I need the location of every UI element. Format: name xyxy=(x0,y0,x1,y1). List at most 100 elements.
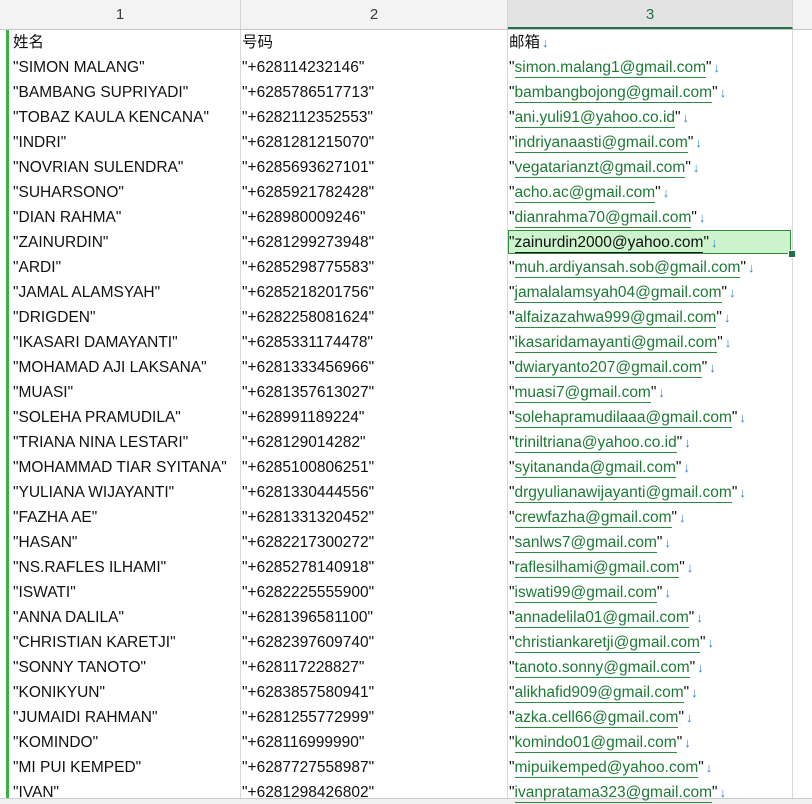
phone-cell[interactable]: "+628116999990" xyxy=(242,730,507,755)
email-link[interactable]: dianrahma70@gmail.com xyxy=(514,209,692,228)
name-cell[interactable]: "DIAN RAHMA" xyxy=(13,205,241,230)
email-link[interactable]: alfaizazahwa999@gmail.com xyxy=(514,309,717,328)
phone-cell[interactable]: "+6285693627101" xyxy=(242,155,507,180)
email-link[interactable]: bambangbojong@gmail.com xyxy=(514,84,713,103)
email-cell[interactable]: "tanoto.sonny@gmail.com" ↓ xyxy=(509,655,809,680)
email-link[interactable]: ikasaridamayanti@gmail.com xyxy=(514,334,718,353)
email-link[interactable]: azka.cell66@gmail.com xyxy=(514,709,679,728)
email-cell[interactable]: "annadelila01@gmail.com" ↓ xyxy=(509,605,809,630)
name-cell[interactable]: "ARDI" xyxy=(13,255,241,280)
name-cell[interactable]: "TOBAZ KAULA KENCANA" xyxy=(13,105,241,130)
email-link[interactable]: solehapramudilaaa@gmail.com xyxy=(514,409,732,428)
phone-cell[interactable]: "+6282258081624" xyxy=(242,305,507,330)
email-cell[interactable]: "crewfazha@gmail.com" ↓ xyxy=(509,505,809,530)
name-cell[interactable]: "FAZHA AE" xyxy=(13,505,241,530)
name-cell[interactable]: "JUMAIDI RAHMAN" xyxy=(13,705,241,730)
phone-cell[interactable]: "+6285218201756" xyxy=(242,280,507,305)
email-cell[interactable]: "alikhafid909@gmail.com" ↓ xyxy=(509,680,809,705)
email-cell[interactable]: "iswati99@gmail.com" ↓ xyxy=(509,580,809,605)
email-link[interactable]: crewfazha@gmail.com xyxy=(514,509,672,528)
email-link[interactable]: syitananda@gmail.com xyxy=(514,459,676,478)
name-cell[interactable]: "TRIANA NINA LESTARI" xyxy=(13,430,241,455)
phone-cell[interactable]: "+6281299273948" xyxy=(242,230,507,255)
email-link[interactable]: tanoto.sonny@gmail.com xyxy=(514,659,690,678)
name-cell[interactable]: "MUASI" xyxy=(13,380,241,405)
header-cell-phone[interactable]: 号码 xyxy=(242,30,507,55)
email-cell[interactable]: "ani.yuli91@yahoo.co.id" ↓ xyxy=(509,105,809,130)
email-link[interactable]: acho.ac@gmail.com xyxy=(514,184,656,203)
column-header-2[interactable]: 2 xyxy=(241,0,508,29)
email-cell[interactable]: "drgyulianawijayanti@gmail.com" ↓ xyxy=(509,480,809,505)
phone-cell[interactable]: "+6287727558987" xyxy=(242,755,507,780)
email-link[interactable]: sanlws7@gmail.com xyxy=(514,534,657,553)
name-cell[interactable]: "NS.RAFLES ILHAMI" xyxy=(13,555,241,580)
email-link[interactable]: raflesilhami@gmail.com xyxy=(514,559,680,578)
email-link[interactable]: komindo01@gmail.com xyxy=(514,734,677,753)
name-cell[interactable]: "MI PUI KEMPED" xyxy=(13,755,241,780)
phone-cell[interactable]: "+6282397609740" xyxy=(242,630,507,655)
phone-cell[interactable]: "+628980009246" xyxy=(242,205,507,230)
phone-cell[interactable]: "+6281396581100" xyxy=(242,605,507,630)
phone-cell[interactable]: "+6285278140918" xyxy=(242,555,507,580)
email-cell[interactable]: "muh.ardiyansah.sob@gmail.com" ↓ xyxy=(509,255,809,280)
email-cell[interactable]: "acho.ac@gmail.com" ↓ xyxy=(509,180,809,205)
phone-cell[interactable]: "+6285786517713" xyxy=(242,80,507,105)
name-cell[interactable]: "INDRI" xyxy=(13,130,241,155)
phone-cell[interactable]: "+6285100806251" xyxy=(242,455,507,480)
email-cell[interactable]: "jamalalamsyah04@gmail.com" ↓ xyxy=(509,280,809,305)
phone-cell[interactable]: "+628991189224" xyxy=(242,405,507,430)
name-cell[interactable]: "MOHAMMAD TIAR SYITANA" xyxy=(13,455,241,480)
email-cell[interactable]: "ikasaridamayanti@gmail.com" ↓ xyxy=(509,330,809,355)
email-link[interactable]: ivanpratama323@gmail.com xyxy=(514,784,713,803)
email-cell[interactable]: "ivanpratama323@gmail.com" ↓ xyxy=(509,780,809,804)
name-cell[interactable]: "SIMON MALANG" xyxy=(13,55,241,80)
name-cell[interactable]: "IKASARI DAMAYANTI" xyxy=(13,330,241,355)
phone-cell[interactable]: "+628117228827" xyxy=(242,655,507,680)
phone-cell[interactable]: "+6285298775583" xyxy=(242,255,507,280)
email-cell[interactable]: "azka.cell66@gmail.com" ↓ xyxy=(509,705,809,730)
name-cell[interactable]: "ISWATI" xyxy=(13,580,241,605)
name-cell[interactable]: "NOVRIAN SULENDRA" xyxy=(13,155,241,180)
name-cell[interactable]: "YULIANA WIJAYANTI" xyxy=(13,480,241,505)
phone-cell[interactable]: "+6282225555900" xyxy=(242,580,507,605)
email-cell[interactable]: "alfaizazahwa999@gmail.com" ↓ xyxy=(509,305,809,330)
email-cell[interactable]: "simon.malang1@gmail.com" ↓ xyxy=(509,55,809,80)
name-cell[interactable]: "CHRISTIAN KARETJI" xyxy=(13,630,241,655)
email-link[interactable]: triniltriana@yahoo.co.id xyxy=(514,434,677,453)
email-link[interactable]: indriyanaasti@gmail.com xyxy=(514,134,688,153)
email-cell[interactable]: "triniltriana@yahoo.co.id" ↓ xyxy=(509,430,809,455)
email-cell[interactable]: "zainurdin2000@yahoo.com" ↓ xyxy=(509,230,809,255)
name-cell[interactable]: "HASAN" xyxy=(13,530,241,555)
email-cell[interactable]: "sanlws7@gmail.com" ↓ xyxy=(509,530,809,555)
phone-cell[interactable]: "+628129014282" xyxy=(242,430,507,455)
name-cell[interactable]: "KOMINDO" xyxy=(13,730,241,755)
email-cell[interactable]: "muasi7@gmail.com" ↓ xyxy=(509,380,809,405)
email-link[interactable]: annadelila01@gmail.com xyxy=(514,609,689,628)
email-link[interactable]: ani.yuli91@yahoo.co.id xyxy=(514,109,676,128)
email-cell[interactable]: "komindo01@gmail.com" ↓ xyxy=(509,730,809,755)
name-cell[interactable]: "DRIGDEN" xyxy=(13,305,241,330)
phone-cell[interactable]: "+6281330444556" xyxy=(242,480,507,505)
phone-cell[interactable]: "+6282112352553" xyxy=(242,105,507,130)
email-link[interactable]: mipuikemped@yahoo.com xyxy=(514,759,699,778)
email-link[interactable]: muh.ardiyansah.sob@gmail.com xyxy=(514,259,741,278)
email-link[interactable]: muasi7@gmail.com xyxy=(514,384,651,403)
column-header-3[interactable]: 3 xyxy=(508,0,793,29)
name-cell[interactable]: "KONIKYUN" xyxy=(13,680,241,705)
name-cell[interactable]: "ANNA DALILA" xyxy=(13,605,241,630)
email-cell[interactable]: "syitananda@gmail.com" ↓ xyxy=(509,455,809,480)
email-cell[interactable]: "mipuikemped@yahoo.com" ↓ xyxy=(509,755,809,780)
phone-cell[interactable]: "+6281331320452" xyxy=(242,505,507,530)
email-link[interactable]: zainurdin2000@yahoo.com xyxy=(514,234,704,253)
email-link[interactable]: iswati99@gmail.com xyxy=(514,584,657,603)
name-cell[interactable]: "SUHARSONO" xyxy=(13,180,241,205)
name-cell[interactable]: "MOHAMAD AJI LAKSANA" xyxy=(13,355,241,380)
email-cell[interactable]: "dwiaryanto207@gmail.com" ↓ xyxy=(509,355,809,380)
phone-cell[interactable]: "+6281357613027" xyxy=(242,380,507,405)
phone-cell[interactable]: "+6285331174478" xyxy=(242,330,507,355)
email-link[interactable]: christiankaretji@gmail.com xyxy=(514,634,700,653)
phone-cell[interactable]: "+6283857580941" xyxy=(242,680,507,705)
email-link[interactable]: jamalalamsyah04@gmail.com xyxy=(514,284,722,303)
name-cell[interactable]: "SOLEHA PRAMUDILA" xyxy=(13,405,241,430)
email-cell[interactable]: "christiankaretji@gmail.com" ↓ xyxy=(509,630,809,655)
